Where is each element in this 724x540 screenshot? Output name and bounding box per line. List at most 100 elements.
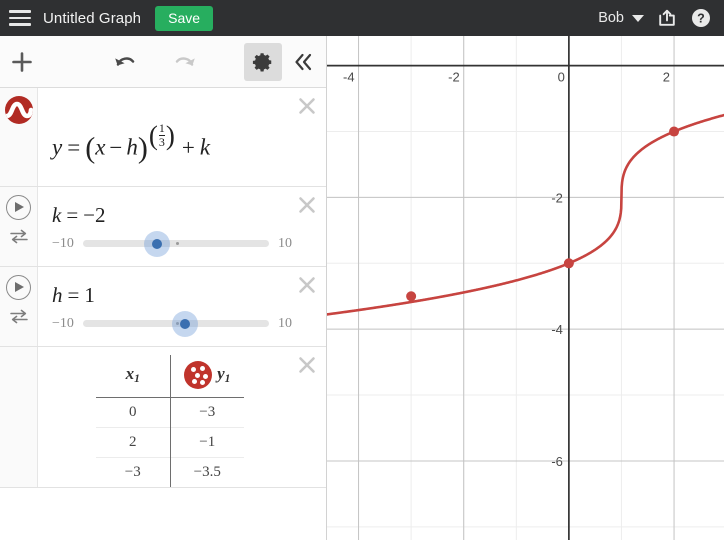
cell-x[interactable]: −3 xyxy=(96,456,170,487)
slider-name-k: k xyxy=(52,202,62,227)
cell-y[interactable]: −3 xyxy=(169,397,244,428)
slider-track-h[interactable] xyxy=(82,310,269,337)
column-subscript-x: 1 xyxy=(134,372,140,386)
cell-x[interactable]: 2 xyxy=(96,426,170,458)
redo-icon[interactable] xyxy=(166,43,204,81)
x-tick-label: 2 xyxy=(663,70,670,85)
close-icon[interactable] xyxy=(296,95,318,117)
header-actions: Bob ? xyxy=(592,3,724,33)
toolbar-right-group xyxy=(244,36,322,88)
slider-max-label-k: 10 xyxy=(278,235,292,251)
x-tick-label: 0 xyxy=(558,70,565,85)
exponent-fraction: 13 xyxy=(158,121,165,149)
column-label-y: y xyxy=(217,363,225,383)
hamburger-icon[interactable] xyxy=(9,10,31,26)
table-content[interactable]: x1 y1 0 −3 2 −1 −3 −3.5 xyxy=(38,347,326,487)
slider-content-k[interactable]: k = −2 −10 10 xyxy=(38,187,326,266)
slider-gutter-k xyxy=(0,186,38,266)
graph-canvas[interactable]: -4 -2 0 2 -2 -4 -6 xyxy=(327,36,724,540)
add-expression-button[interactable] xyxy=(0,36,44,88)
data-point[interactable] xyxy=(406,291,417,302)
graph-plot[interactable]: -4 -2 0 2 -2 -4 -6 xyxy=(327,36,724,540)
slider-h[interactable]: −10 10 xyxy=(52,310,292,346)
equals-sign: = xyxy=(66,202,79,227)
svg-text:?: ? xyxy=(697,12,705,26)
table-body: 0 −3 2 −1 −3 −3.5 xyxy=(96,397,244,487)
plus-sign: + xyxy=(181,134,195,160)
fraction-numerator: 1 xyxy=(158,121,165,135)
help-icon[interactable]: ? xyxy=(684,3,718,33)
table-row[interactable]: −3 −3.5 xyxy=(96,456,244,487)
undo-redo-group xyxy=(106,43,204,81)
cell-y[interactable]: −1 xyxy=(169,426,244,458)
table-header-row: x1 y1 xyxy=(96,354,244,398)
undo-icon[interactable] xyxy=(106,43,144,81)
equals-sign: = xyxy=(67,134,81,160)
variable-x: x xyxy=(95,134,106,160)
expression-row-slider-k[interactable]: k = −2 −10 10 xyxy=(0,186,326,267)
points-color-swatch[interactable] xyxy=(184,360,213,389)
table-row[interactable]: 2 −1 xyxy=(96,426,244,458)
desmos-calculator: Untitled Graph Save Bob ? y = (x − h)(1… xyxy=(0,0,724,540)
user-menu[interactable]: Bob xyxy=(592,6,650,30)
data-point[interactable] xyxy=(563,258,574,269)
play-icon[interactable] xyxy=(6,194,31,220)
slider-k[interactable]: −10 10 xyxy=(52,230,292,266)
slider-definition-k[interactable]: k = −2 xyxy=(52,187,292,232)
variable-k: k xyxy=(199,134,211,160)
expression-row-slider-h[interactable]: h = 1 −10 10 xyxy=(0,266,326,347)
slider-definition-h[interactable]: h = 1 xyxy=(52,267,292,312)
expression-content[interactable]: y = (x − h)(1 3) + k xyxy=(38,88,326,186)
chevron-down-icon xyxy=(632,14,644,22)
collapse-panel-icon[interactable] xyxy=(284,43,322,81)
minus-sign: − xyxy=(109,134,123,160)
expression-row-table[interactable]: x1 y1 0 −3 2 −1 −3 −3.5 xyxy=(0,346,326,488)
play-icon[interactable] xyxy=(6,274,31,300)
x-tick-label: -4 xyxy=(343,70,355,85)
exponent-group: (1 3) xyxy=(149,122,175,150)
graph-title[interactable]: Untitled Graph xyxy=(43,10,141,27)
slider-gutter-h xyxy=(0,266,38,346)
expression-panel: y = (x − h)(1 3) + k k = −2 −10 10 h = … xyxy=(0,36,327,540)
column-label-x: x xyxy=(125,363,135,383)
user-name: Bob xyxy=(598,10,624,26)
data-table[interactable]: x1 y1 0 −3 2 −1 −3 −3.5 xyxy=(96,354,244,487)
equals-sign: = xyxy=(67,282,80,307)
slider-min-label-k: −10 xyxy=(52,235,74,251)
close-icon[interactable] xyxy=(296,194,318,216)
slider-max-label-h: 10 xyxy=(278,315,292,331)
column-subscript-y: 1 xyxy=(224,372,231,386)
exponent-open-paren: ( xyxy=(148,120,158,151)
expression-toolbar xyxy=(0,36,326,88)
table-gutter xyxy=(0,346,38,487)
save-button[interactable]: Save xyxy=(155,5,214,31)
close-icon[interactable] xyxy=(296,354,318,376)
equation-lhs: y xyxy=(52,134,63,160)
slider-tick-k xyxy=(175,242,179,246)
gear-icon[interactable] xyxy=(244,43,282,81)
y-tick-label: -2 xyxy=(551,190,563,205)
data-point[interactable] xyxy=(669,126,680,137)
shuffle-icon[interactable] xyxy=(9,229,29,249)
slider-value-h: 1 xyxy=(84,282,95,307)
share-icon[interactable] xyxy=(650,3,684,33)
open-paren: ( xyxy=(85,131,96,165)
app-header: Untitled Graph Save Bob ? xyxy=(0,0,724,36)
cell-y[interactable]: −3.5 xyxy=(169,456,244,487)
table-row[interactable]: 0 −3 xyxy=(96,397,244,428)
slider-track-k[interactable] xyxy=(82,230,269,257)
cell-x[interactable]: 0 xyxy=(96,397,170,427)
slider-handle-k[interactable] xyxy=(144,230,171,257)
expression-row-equation[interactable]: y = (x − h)(1 3) + k xyxy=(0,88,326,187)
equation-expression[interactable]: y = (x − h)(1 3) + k xyxy=(52,88,292,186)
y-tick-label: -6 xyxy=(551,454,563,469)
curve-color-swatch[interactable] xyxy=(4,96,33,124)
shuffle-icon[interactable] xyxy=(9,309,29,329)
table-header-x: x1 xyxy=(96,354,170,398)
slider-handle-h[interactable] xyxy=(172,310,199,337)
fraction-denominator: 3 xyxy=(158,134,165,149)
expression-gutter xyxy=(0,88,38,186)
close-icon[interactable] xyxy=(296,274,318,296)
function-curve[interactable] xyxy=(327,113,724,316)
slider-content-h[interactable]: h = 1 −10 10 xyxy=(38,267,326,346)
